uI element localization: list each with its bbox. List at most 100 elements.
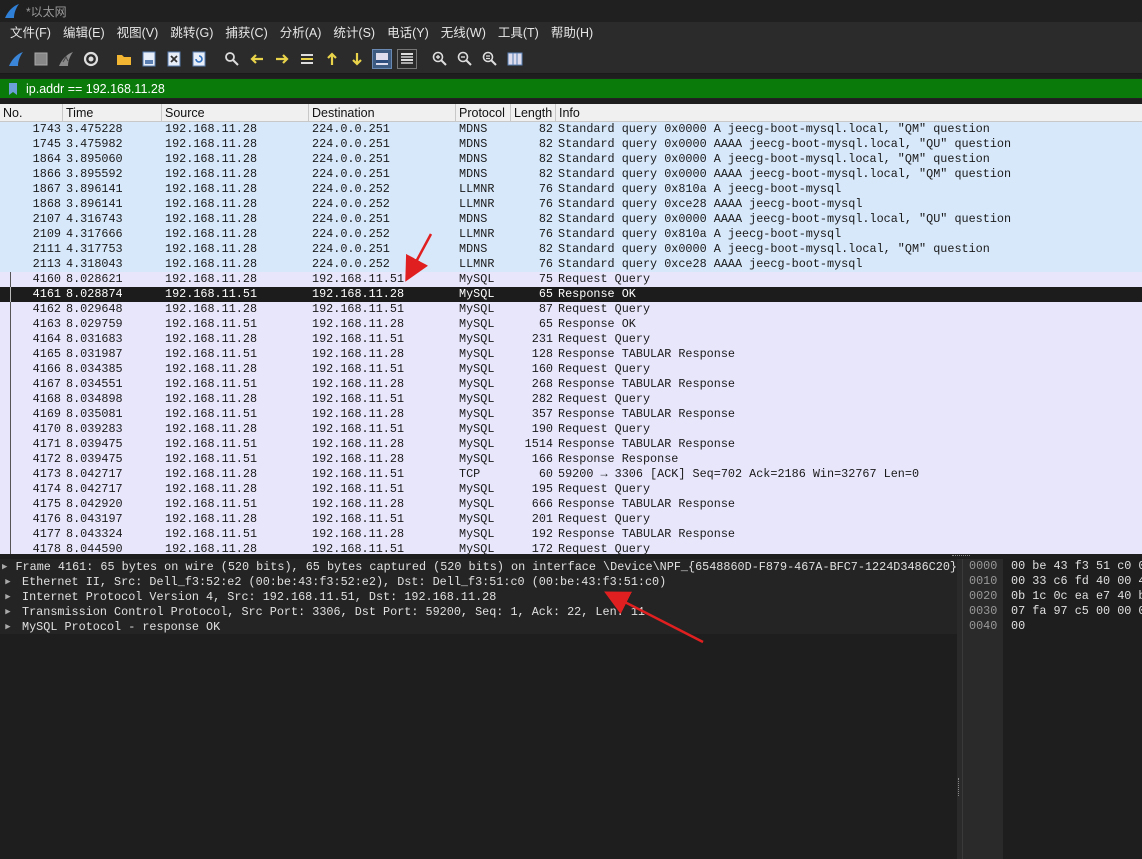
packet-cell-proto: MySQL [456,542,511,554]
go-forward-arrow-icon[interactable] [272,49,292,69]
byte-hex-row[interactable]: 0b 1c 0c ea e7 40 b [1011,589,1142,604]
find-magnifier-icon[interactable] [222,49,242,69]
column-header-length[interactable]: Length [511,104,556,121]
packet-cell-text: 192.168.11.28 [312,437,405,451]
packet-row[interactable]: 4169 8.035081 192.168.11.51 192.168.11.28 My… [0,407,1142,422]
detail-tree-item[interactable]: ▶ Frame 4161: 65 bytes on wire (520 bits)… [0,559,957,574]
packet-row[interactable]: 4162 8.029648 192.168.11.28 192.168.11.51 My… [0,302,1142,317]
save-file-icon[interactable] [139,49,159,69]
capture-options-gear-icon[interactable] [81,49,101,69]
menu-item[interactable]: 编辑(E) [57,22,111,44]
packet-cell-text: 8.042717 [66,467,123,481]
menu-item[interactable]: 工具(T) [492,22,545,44]
packet-row[interactable]: 2109 4.317666 192.168.11.28 224.0.0.252 LLMN… [0,227,1142,242]
packet-row[interactable]: 2113 4.318043 192.168.11.28 224.0.0.252 LLMN… [0,257,1142,272]
packet-cell-info: Response TABULAR Response [556,437,1142,452]
packet-cell-time: 8.043197 [63,512,162,527]
packet-row[interactable]: 4171 8.039475 192.168.11.51 192.168.11.28 My… [0,437,1142,452]
zoom-out-icon[interactable] [455,49,475,69]
packet-cell-info: Response Response [556,452,1142,467]
menu-item[interactable]: 帮助(H) [545,22,599,44]
column-header-protocol[interactable]: Protocol [456,104,511,121]
shark-fin-start-icon[interactable] [6,49,26,69]
detail-tree-item[interactable]: ▶ Ethernet II, Src: Dell_f3:52:e2 (00:be:… [0,574,957,589]
packet-row[interactable]: 4163 8.029759 192.168.11.51 192.168.11.28 My… [0,317,1142,332]
packet-cell-src: 192.168.11.28 [162,197,309,212]
menu-item[interactable]: 电话(Y) [381,22,435,44]
packet-cell-src: 192.168.11.28 [162,167,309,182]
menu-item[interactable]: 跳转(G) [164,22,219,44]
packet-row[interactable]: 1866 3.895592 192.168.11.28 224.0.0.251 MDNS… [0,167,1142,182]
packet-cell-dst: 224.0.0.252 [309,257,456,272]
packet-row[interactable]: 4167 8.034551 192.168.11.51 192.168.11.28 My… [0,377,1142,392]
go-to-packet-icon[interactable] [297,49,317,69]
byte-hex-row[interactable]: 07 fa 97 c5 00 00 0 [1011,604,1142,619]
menu-item[interactable]: 无线(W) [435,22,492,44]
menu-item[interactable]: 统计(S) [327,22,381,44]
packet-row[interactable]: 1867 3.896141 192.168.11.28 224.0.0.252 LLMN… [0,182,1142,197]
reload-icon[interactable] [189,49,209,69]
bookmark-icon[interactable] [4,80,22,98]
detail-tree-item[interactable]: ▶ Internet Protocol Version 4, Src: 192.1… [0,589,957,604]
packet-row[interactable]: 4166 8.034385 192.168.11.28 192.168.11.51 My… [0,362,1142,377]
go-back-arrow-icon[interactable] [247,49,267,69]
resize-columns-icon[interactable] [505,49,525,69]
byte-hex-row[interactable]: 00 33 c6 fd 40 00 4 [1011,574,1142,589]
go-last-icon[interactable] [347,49,367,69]
packet-row[interactable]: 1864 3.895060 192.168.11.28 224.0.0.251 MDNS… [0,152,1142,167]
packet-cell-text: 82 [538,137,553,151]
packet-row[interactable]: 4164 8.031683 192.168.11.28 192.168.11.51 My… [0,332,1142,347]
packet-cell-time: 4.316743 [63,212,162,227]
byte-hex-row[interactable]: 00 [1011,619,1142,634]
packet-cell-text: 59200 → 3306 [ACK] Seq=702 Ack=2186 Win=… [558,467,920,481]
packet-row[interactable]: 2107 4.316743 192.168.11.28 224.0.0.251 MDNS… [0,212,1142,227]
packet-row[interactable]: 4173 8.042717 192.168.11.28 192.168.11.51 TC… [0,467,1142,482]
packet-row[interactable]: 1743 3.475228 192.168.11.28 224.0.0.251 MDNS… [0,122,1142,137]
packet-row[interactable]: 4177 8.043324 192.168.11.51 192.168.11.28 My… [0,527,1142,542]
packet-row[interactable]: 4165 8.031987 192.168.11.51 192.168.11.28 My… [0,347,1142,362]
menu-item[interactable]: 视图(V) [111,22,165,44]
packet-row[interactable]: 4178 8.044590 192.168.11.28 192.168.11.51 My… [0,542,1142,554]
packet-row[interactable]: 1868 3.896141 192.168.11.28 224.0.0.252 LLMN… [0,197,1142,212]
zoom-normal-icon[interactable] [480,49,500,69]
expand-arrow-icon[interactable]: ▶ [0,562,9,572]
pane-splitter-grip[interactable] [958,778,961,796]
go-first-icon[interactable] [322,49,342,69]
menu-item[interactable]: 分析(A) [274,22,328,44]
packet-row[interactable]: 2111 4.317753 192.168.11.28 224.0.0.251 MDNS… [0,242,1142,257]
packet-row[interactable]: 4170 8.039283 192.168.11.28 192.168.11.51 My… [0,422,1142,437]
column-header-time[interactable]: Time [63,104,162,121]
open-folder-icon[interactable] [114,49,134,69]
packet-row[interactable]: 4174 8.042717 192.168.11.28 192.168.11.51 My… [0,482,1142,497]
display-filter-input[interactable] [22,81,1122,96]
splitter-handle[interactable] [952,555,970,558]
detail-tree-item[interactable]: ▶ Transmission Control Protocol, Src Port… [0,604,957,619]
colorize-icon[interactable] [397,48,417,69]
column-header-info[interactable]: Info [556,104,1142,121]
restart-fin-icon[interactable] [56,49,76,69]
packet-cell-text: Request Query [558,272,651,286]
packet-row-selected[interactable]: 4161 8.028874 192.168.11.51 192.168.11.28 My… [0,287,1142,302]
expand-arrow-icon[interactable]: ▶ [0,622,16,632]
packet-row[interactable]: 4168 8.034898 192.168.11.28 192.168.11.51 My… [0,392,1142,407]
packet-row[interactable]: 4175 8.042920 192.168.11.51 192.168.11.28 My… [0,497,1142,512]
byte-hex-row[interactable]: 00 be 43 f3 51 c0 0 [1011,559,1142,574]
column-header-destination[interactable]: Destination [309,104,456,121]
column-header-source[interactable]: Source [162,104,309,121]
expand-arrow-icon[interactable]: ▶ [0,592,16,602]
stop-square-icon[interactable] [31,49,51,69]
expand-arrow-icon[interactable]: ▶ [0,607,16,617]
packet-row[interactable]: 1745 3.475982 192.168.11.28 224.0.0.251 MDNS… [0,137,1142,152]
detail-tree-item[interactable]: ▶ MySQL Protocol - response OK [0,619,957,634]
expand-arrow-icon[interactable]: ▶ [0,577,16,587]
packet-cell-text: 192.168.11.51 [165,452,258,466]
menu-item[interactable]: 捕获(C) [219,22,273,44]
close-file-icon[interactable] [164,49,184,69]
packet-row[interactable]: 4160 8.028621 192.168.11.28 192.168.11.51 My… [0,272,1142,287]
auto-scroll-icon[interactable] [372,48,392,69]
packet-row[interactable]: 4176 8.043197 192.168.11.28 192.168.11.51 My… [0,512,1142,527]
column-header-no[interactable]: No. [0,104,63,121]
menu-item[interactable]: 文件(F) [4,22,57,44]
zoom-in-icon[interactable] [430,49,450,69]
packet-row[interactable]: 4172 8.039475 192.168.11.51 192.168.11.28 My… [0,452,1142,467]
